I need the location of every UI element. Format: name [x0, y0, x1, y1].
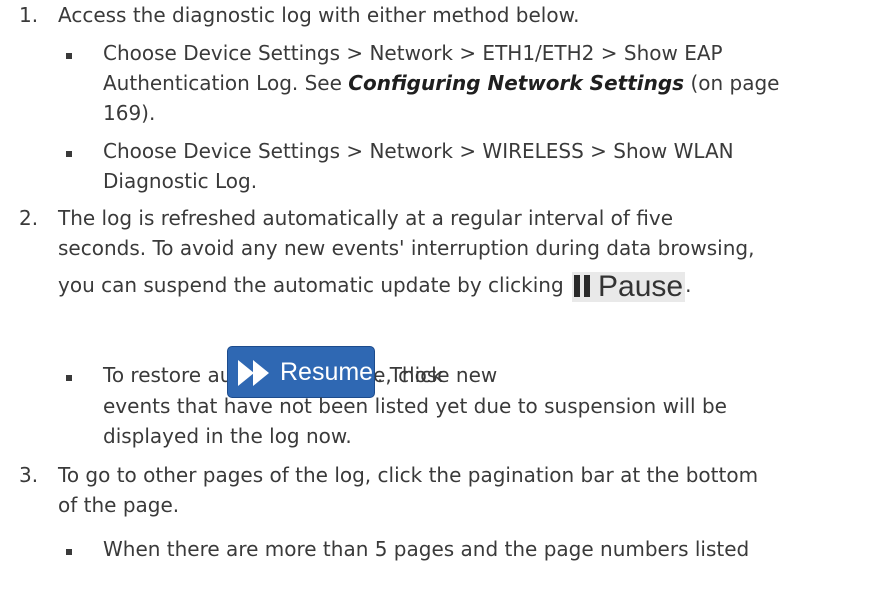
step-number: 1. — [19, 3, 39, 27]
bullet-icon — [66, 151, 72, 157]
pause-button[interactable]: Pause — [572, 270, 686, 303]
step-text: seconds. To avoid any new events' interr… — [58, 236, 755, 260]
bullet-text: Choose Device Settings > Network > WIREL… — [103, 139, 734, 163]
configuring-network-settings-link[interactable]: Configuring Network Settings — [348, 71, 684, 95]
bullet-icon — [66, 375, 72, 381]
bullet-text: displayed in the log now. — [103, 424, 352, 448]
step-text: you can suspend the automatic update by … — [58, 273, 564, 297]
bullet-text: Choose Device Settings > Network > ETH1/… — [103, 41, 723, 65]
step-text: Access the diagnostic log with either me… — [58, 3, 580, 27]
pause-icon — [574, 275, 592, 297]
bullet-text-line: Authentication Log. See Configuring Netw… — [103, 68, 779, 98]
bullet-text: 169). — [103, 101, 156, 125]
bullet-text: Diagnostic Log. — [103, 169, 258, 193]
bullet-icon — [66, 549, 72, 555]
bullet-text: (on page — [684, 71, 780, 95]
step-text: . — [685, 273, 692, 297]
step-text: The log is refreshed automatically at a … — [58, 206, 674, 230]
bullet-text: . Those new — [377, 363, 498, 387]
bullet-text: Authentication Log. See — [103, 71, 349, 95]
bullet-text: When there are more than 5 pages and the… — [103, 537, 750, 561]
step-number: 2. — [19, 206, 39, 230]
bullet-text: events that have not been listed yet due… — [103, 394, 727, 418]
fast-forward-icon — [238, 360, 269, 387]
step-text: of the page. — [58, 493, 180, 517]
step-text: To go to other pages of the log, click t… — [58, 463, 759, 487]
step-text-line: you can suspend the automatic update by … — [58, 270, 691, 302]
pause-button-label: Pause — [598, 270, 684, 303]
resume-button-label: Resume — [280, 358, 374, 386]
step-number: 3. — [19, 463, 39, 487]
bullet-icon — [66, 53, 72, 59]
